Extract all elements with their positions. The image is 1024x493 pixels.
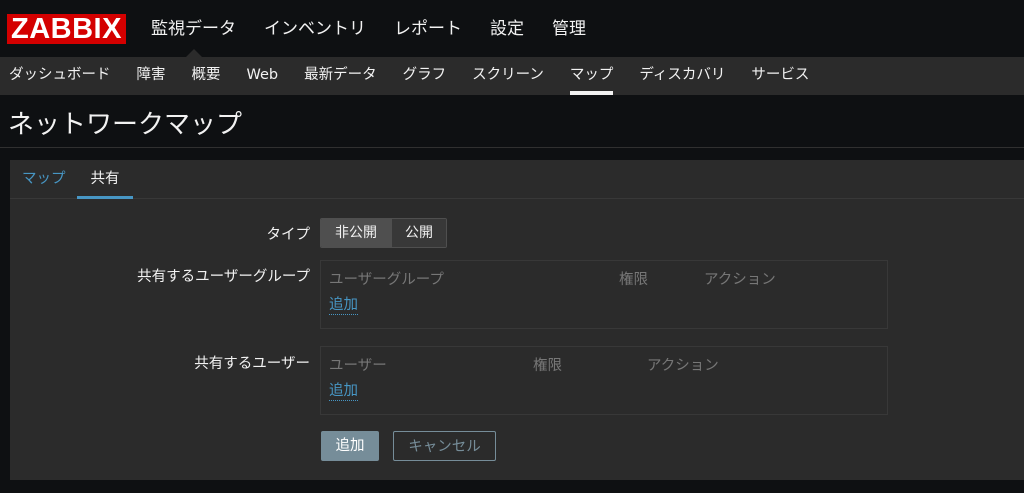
submenu-overview[interactable]: 概要 — [179, 57, 234, 95]
add-user-link[interactable]: 追加 — [329, 382, 358, 401]
user-groups-label: 共有するユーザーグループ — [137, 269, 310, 285]
users-label: 共有するユーザー — [194, 356, 310, 372]
tab-sharing[interactable]: 共有 — [77, 160, 133, 199]
col-user: ユーザー — [329, 358, 387, 374]
type-option-public[interactable]: 公開 — [391, 219, 446, 247]
submenu-graphs[interactable]: グラフ — [390, 57, 460, 95]
submenu-screens[interactable]: スクリーン — [459, 57, 557, 95]
submenu-problems[interactable]: 障害 — [124, 57, 179, 95]
sub-menu: ダッシュボード 障害 概要 Web 最新データ グラフ スクリーン マップ ディ… — [0, 57, 1024, 95]
col-permission: 権限 — [619, 272, 648, 288]
main-menu-configuration[interactable]: 設定 — [476, 0, 538, 57]
page-title: ネットワークマップ — [8, 110, 243, 140]
add-user-group-link[interactable]: 追加 — [329, 296, 358, 315]
main-menu-inventory[interactable]: インベントリ — [250, 0, 380, 57]
main-menu-administration[interactable]: 管理 — [538, 0, 600, 57]
type-selector: 非公開 公開 — [320, 218, 447, 248]
submenu-discovery[interactable]: ディスカバリ — [626, 57, 738, 95]
top-header: ZABBIX 監視データ インベントリ レポート 設定 管理 — [0, 0, 1024, 57]
submenu-latest-data[interactable]: 最新データ — [291, 57, 390, 95]
main-menu-reports[interactable]: レポート — [380, 0, 476, 57]
tab-bar: マップ 共有 — [10, 160, 1024, 199]
submenu-maps[interactable]: マップ — [557, 57, 627, 95]
col-permission: 権限 — [533, 358, 562, 374]
title-divider — [0, 147, 1024, 148]
col-action: アクション — [647, 358, 719, 374]
add-button[interactable]: 追加 — [321, 431, 379, 461]
type-option-private[interactable]: 非公開 — [321, 219, 391, 247]
main-menu: 監視データ インベントリ レポート 設定 管理 — [137, 0, 600, 57]
submenu-services[interactable]: サービス — [738, 57, 822, 95]
col-action: アクション — [704, 272, 776, 288]
users-table: ユーザー 権限 アクション 追加 — [320, 346, 888, 415]
type-label: タイプ — [266, 227, 311, 243]
main-menu-monitoring[interactable]: 監視データ — [137, 0, 250, 57]
submenu-web[interactable]: Web — [234, 57, 292, 95]
user-groups-table: ユーザーグループ 権限 アクション 追加 — [320, 260, 888, 329]
zabbix-logo[interactable]: ZABBIX — [7, 14, 126, 44]
form-panel: マップ 共有 タイプ 非公開 公開 共有するユーザーグループ ユーザーグループ … — [10, 160, 1024, 480]
col-user-group: ユーザーグループ — [329, 272, 444, 288]
cancel-button[interactable]: キャンセル — [393, 431, 496, 461]
submenu-dashboard[interactable]: ダッシュボード — [0, 57, 124, 95]
tab-map[interactable]: マップ — [22, 160, 66, 198]
